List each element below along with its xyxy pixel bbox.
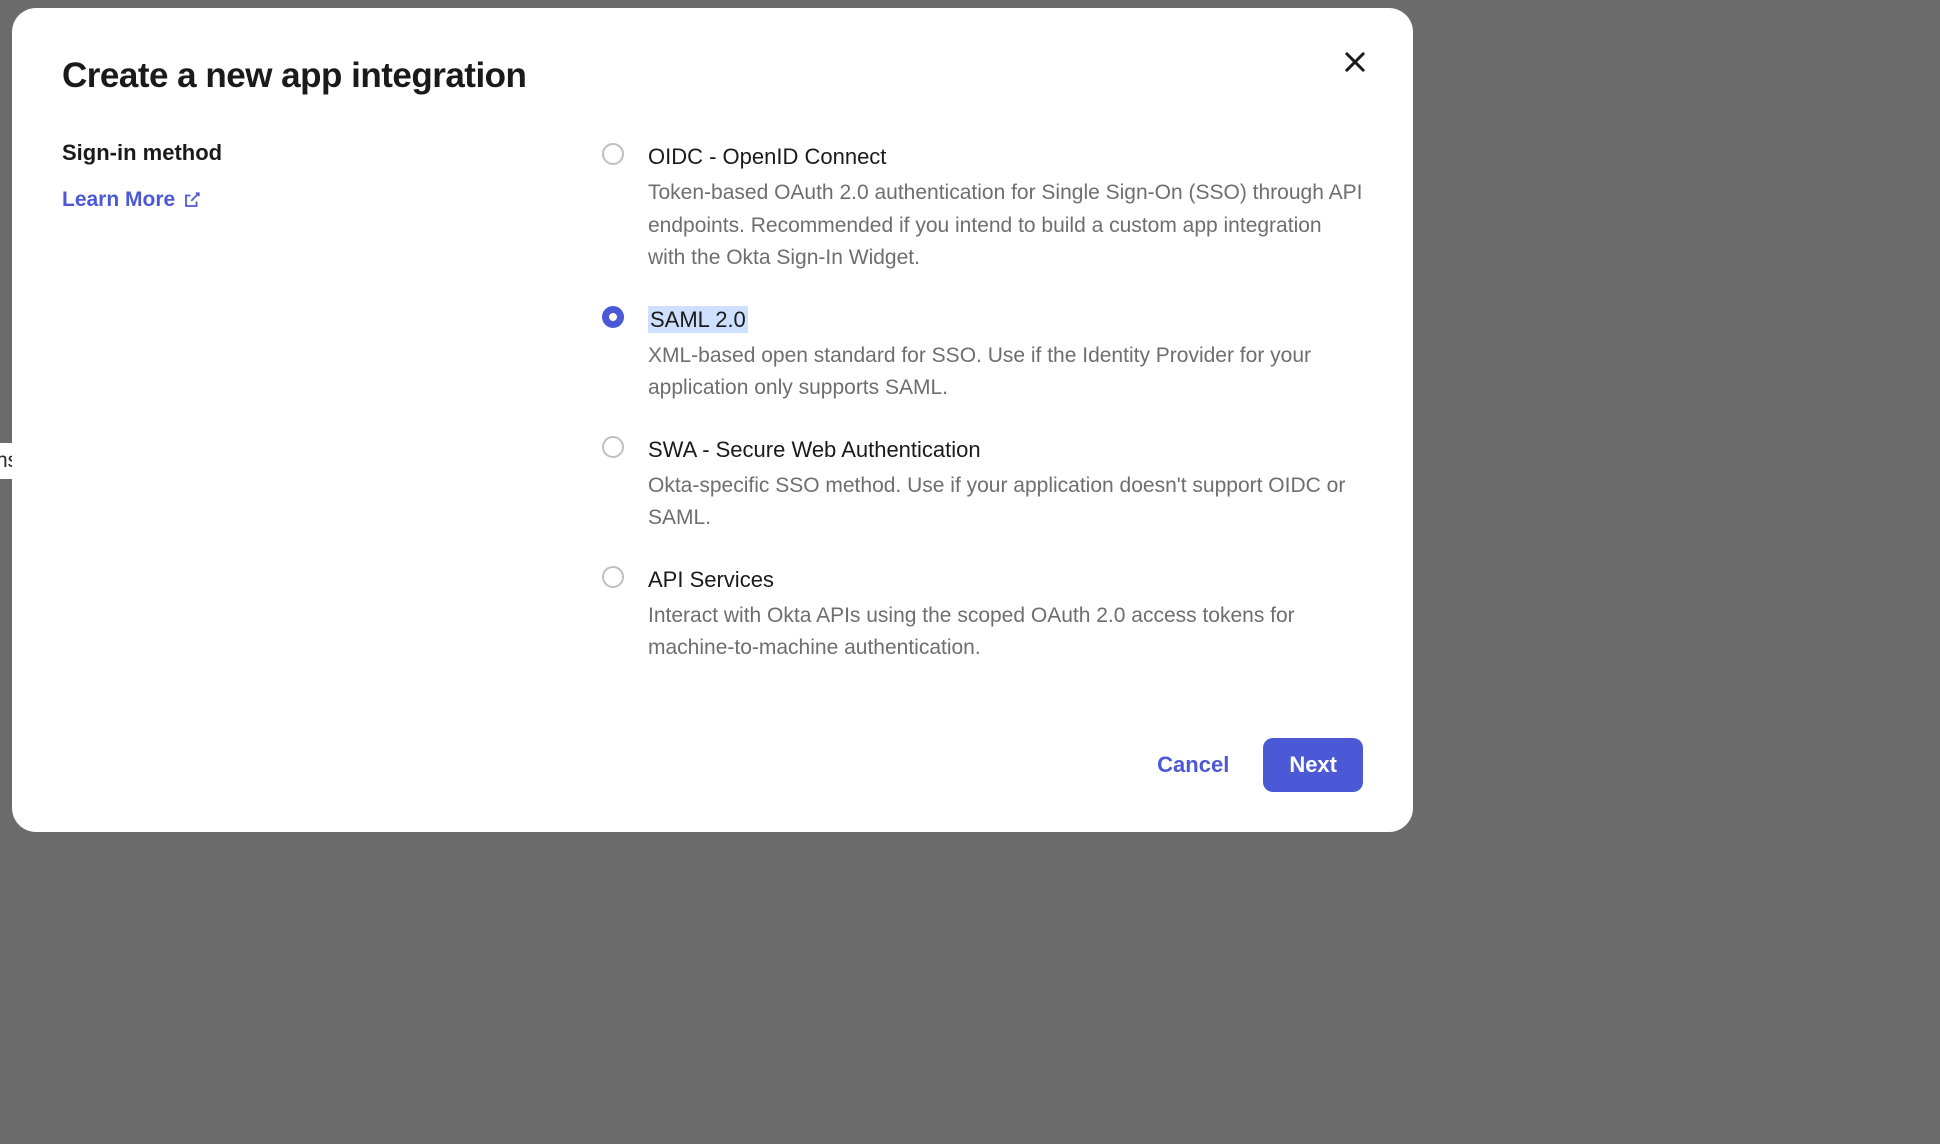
option-saml[interactable]: SAML 2.0 XML-based open standard for SSO… [602, 303, 1363, 405]
option-description: Interact with Okta APIs using the scoped… [648, 600, 1363, 665]
cancel-button[interactable]: Cancel [1153, 744, 1233, 786]
option-title: SAML 2.0 [648, 306, 748, 333]
modal-footer: Cancel Next [62, 738, 1363, 792]
option-oidc[interactable]: OIDC - OpenID Connect Token-based OAuth … [602, 140, 1363, 275]
close-icon [1341, 48, 1369, 76]
option-api-services[interactable]: API Services Interact with Okta APIs usi… [602, 563, 1363, 665]
learn-more-text: Learn More [62, 188, 175, 212]
option-title: API Services [648, 567, 774, 592]
option-title: OIDC - OpenID Connect [648, 144, 886, 169]
next-button[interactable]: Next [1263, 738, 1363, 792]
external-link-icon [183, 191, 201, 209]
radio-oidc[interactable] [602, 143, 624, 165]
modal-title: Create a new app integration [62, 56, 1363, 96]
radio-api-services[interactable] [602, 566, 624, 588]
close-button[interactable] [1341, 48, 1369, 76]
signin-method-options: OIDC - OpenID Connect Token-based OAuth … [602, 140, 1363, 738]
option-description: Okta-specific SSO method. Use if your ap… [648, 470, 1363, 535]
create-app-integration-modal: Create a new app integration Sign-in met… [12, 8, 1413, 832]
option-description: Token-based OAuth 2.0 authentication for… [648, 177, 1363, 275]
option-swa[interactable]: SWA - Secure Web Authentication Okta-spe… [602, 433, 1363, 535]
option-title: SWA - Secure Web Authentication [648, 437, 981, 462]
radio-saml[interactable] [602, 306, 624, 328]
signin-method-label: Sign-in method [62, 140, 602, 166]
learn-more-link[interactable]: Learn More [62, 188, 201, 212]
radio-swa[interactable] [602, 436, 624, 458]
option-description: XML-based open standard for SSO. Use if … [648, 340, 1363, 405]
